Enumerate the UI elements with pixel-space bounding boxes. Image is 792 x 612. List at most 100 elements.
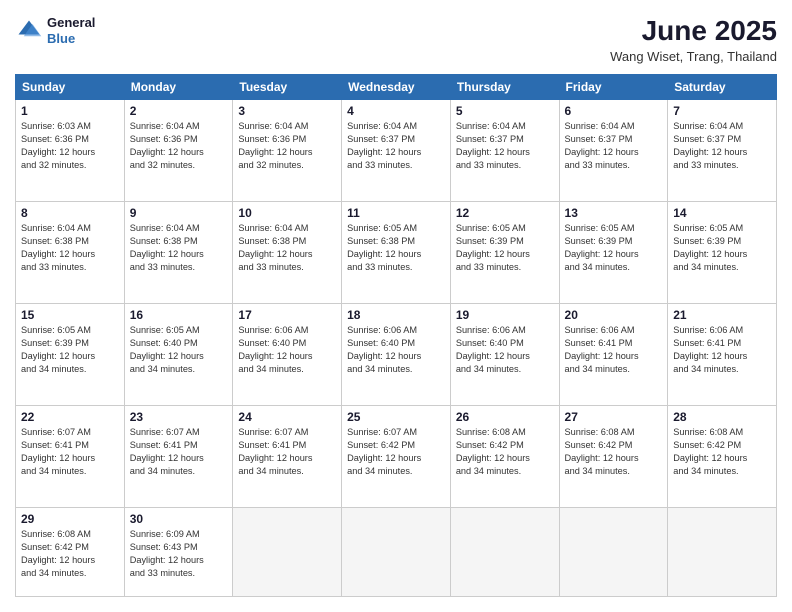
sunset-label: Sunset: 6:41 PM [565,338,633,348]
day-number: 14 [673,206,771,220]
daylight-label: Daylight: 12 hours [673,453,747,463]
daylight-label: Daylight: 12 hours [673,351,747,361]
day-info: Sunrise: 6:05 AM Sunset: 6:38 PM Dayligh… [347,222,445,274]
sunset-label: Sunset: 6:37 PM [456,134,524,144]
table-row [559,508,668,597]
col-thursday: Thursday [450,75,559,100]
sunrise-label: Sunrise: 6:06 AM [456,325,526,335]
daylight-label: Daylight: 12 hours [456,453,530,463]
daylight-minutes: and 33 minutes. [347,160,412,170]
table-row: 14 Sunrise: 6:05 AM Sunset: 6:39 PM Dayl… [668,202,777,304]
col-friday: Friday [559,75,668,100]
sunset-label: Sunset: 6:41 PM [21,440,89,450]
sunset-label: Sunset: 6:36 PM [21,134,89,144]
sunrise-label: Sunrise: 6:07 AM [21,427,91,437]
day-number: 6 [565,104,663,118]
table-row: 25 Sunrise: 6:07 AM Sunset: 6:42 PM Dayl… [342,406,451,508]
col-wednesday: Wednesday [342,75,451,100]
day-number: 18 [347,308,445,322]
day-info: Sunrise: 6:07 AM Sunset: 6:42 PM Dayligh… [347,426,445,478]
col-sunday: Sunday [16,75,125,100]
sunset-label: Sunset: 6:41 PM [238,440,306,450]
sunset-label: Sunset: 6:40 PM [347,338,415,348]
table-row: 30 Sunrise: 6:09 AM Sunset: 6:43 PM Dayl… [124,508,233,597]
table-row: 29 Sunrise: 6:08 AM Sunset: 6:42 PM Dayl… [16,508,125,597]
day-info: Sunrise: 6:04 AM Sunset: 6:38 PM Dayligh… [21,222,119,274]
sunrise-label: Sunrise: 6:04 AM [130,121,200,131]
sunset-label: Sunset: 6:37 PM [673,134,741,144]
daylight-label: Daylight: 12 hours [21,555,95,565]
daylight-minutes: and 34 minutes. [21,466,86,476]
table-row: 22 Sunrise: 6:07 AM Sunset: 6:41 PM Dayl… [16,406,125,508]
daylight-minutes: and 34 minutes. [673,364,738,374]
day-number: 19 [456,308,554,322]
sunset-label: Sunset: 6:38 PM [21,236,89,246]
sunset-label: Sunset: 6:40 PM [456,338,524,348]
table-row: 9 Sunrise: 6:04 AM Sunset: 6:38 PM Dayli… [124,202,233,304]
table-row: 21 Sunrise: 6:06 AM Sunset: 6:41 PM Dayl… [668,304,777,406]
sunset-label: Sunset: 6:39 PM [565,236,633,246]
daylight-label: Daylight: 12 hours [347,351,421,361]
sunrise-label: Sunrise: 6:05 AM [456,223,526,233]
daylight-minutes: and 33 minutes. [21,262,86,272]
daylight-label: Daylight: 12 hours [456,351,530,361]
day-info: Sunrise: 6:04 AM Sunset: 6:37 PM Dayligh… [456,120,554,172]
table-row: 16 Sunrise: 6:05 AM Sunset: 6:40 PM Dayl… [124,304,233,406]
sunset-label: Sunset: 6:36 PM [130,134,198,144]
sunrise-label: Sunrise: 6:05 AM [565,223,635,233]
day-number: 27 [565,410,663,424]
day-info: Sunrise: 6:08 AM Sunset: 6:42 PM Dayligh… [456,426,554,478]
table-row: 27 Sunrise: 6:08 AM Sunset: 6:42 PM Dayl… [559,406,668,508]
table-row: 4 Sunrise: 6:04 AM Sunset: 6:37 PM Dayli… [342,100,451,202]
sunset-label: Sunset: 6:39 PM [21,338,89,348]
day-info: Sunrise: 6:04 AM Sunset: 6:37 PM Dayligh… [347,120,445,172]
daylight-label: Daylight: 12 hours [130,453,204,463]
daylight-label: Daylight: 12 hours [565,453,639,463]
calendar-week-5: 29 Sunrise: 6:08 AM Sunset: 6:42 PM Dayl… [16,508,777,597]
sunset-label: Sunset: 6:42 PM [456,440,524,450]
day-number: 15 [21,308,119,322]
day-number: 20 [565,308,663,322]
sunrise-label: Sunrise: 6:04 AM [347,121,417,131]
daylight-minutes: and 33 minutes. [565,160,630,170]
table-row: 13 Sunrise: 6:05 AM Sunset: 6:39 PM Dayl… [559,202,668,304]
sunset-label: Sunset: 6:43 PM [130,542,198,552]
daylight-minutes: and 34 minutes. [347,364,412,374]
sunset-label: Sunset: 6:40 PM [130,338,198,348]
sunset-label: Sunset: 6:42 PM [565,440,633,450]
sunset-label: Sunset: 6:41 PM [130,440,198,450]
sunset-label: Sunset: 6:40 PM [238,338,306,348]
sunset-label: Sunset: 6:38 PM [347,236,415,246]
day-number: 26 [456,410,554,424]
table-row [233,508,342,597]
sunrise-label: Sunrise: 6:05 AM [347,223,417,233]
table-row: 6 Sunrise: 6:04 AM Sunset: 6:37 PM Dayli… [559,100,668,202]
sunrise-label: Sunrise: 6:05 AM [130,325,200,335]
header: General Blue June 2025 Wang Wiset, Trang… [15,15,777,64]
sunset-label: Sunset: 6:36 PM [238,134,306,144]
calendar: Sunday Monday Tuesday Wednesday Thursday… [15,74,777,597]
table-row: 3 Sunrise: 6:04 AM Sunset: 6:36 PM Dayli… [233,100,342,202]
day-number: 13 [565,206,663,220]
table-row: 23 Sunrise: 6:07 AM Sunset: 6:41 PM Dayl… [124,406,233,508]
sunset-label: Sunset: 6:42 PM [347,440,415,450]
calendar-week-4: 22 Sunrise: 6:07 AM Sunset: 6:41 PM Dayl… [16,406,777,508]
sunrise-label: Sunrise: 6:05 AM [673,223,743,233]
sunrise-label: Sunrise: 6:04 AM [130,223,200,233]
daylight-label: Daylight: 12 hours [347,453,421,463]
table-row: 1 Sunrise: 6:03 AM Sunset: 6:36 PM Dayli… [16,100,125,202]
daylight-minutes: and 34 minutes. [238,364,303,374]
day-info: Sunrise: 6:04 AM Sunset: 6:36 PM Dayligh… [238,120,336,172]
table-row: 20 Sunrise: 6:06 AM Sunset: 6:41 PM Dayl… [559,304,668,406]
daylight-label: Daylight: 12 hours [673,147,747,157]
daylight-label: Daylight: 12 hours [347,249,421,259]
day-info: Sunrise: 6:03 AM Sunset: 6:36 PM Dayligh… [21,120,119,172]
day-info: Sunrise: 6:05 AM Sunset: 6:39 PM Dayligh… [456,222,554,274]
day-info: Sunrise: 6:08 AM Sunset: 6:42 PM Dayligh… [565,426,663,478]
daylight-minutes: and 33 minutes. [456,262,521,272]
daylight-minutes: and 32 minutes. [130,160,195,170]
sunrise-label: Sunrise: 6:08 AM [673,427,743,437]
table-row: 19 Sunrise: 6:06 AM Sunset: 6:40 PM Dayl… [450,304,559,406]
calendar-header-row: Sunday Monday Tuesday Wednesday Thursday… [16,75,777,100]
daylight-minutes: and 33 minutes. [238,262,303,272]
